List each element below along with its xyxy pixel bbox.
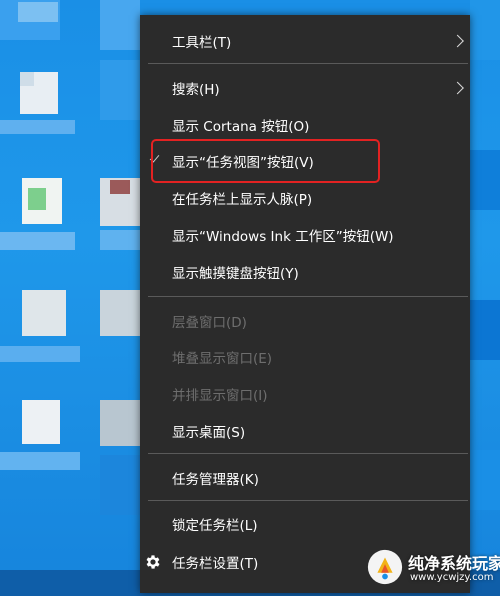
taskbar-context-menu: 工具栏(T) 搜索(H) 显示 Cortana 按钮(O) 显示“任务视图”按钮… (140, 15, 470, 593)
menu-separator (148, 453, 468, 454)
menu-item-show-touch-keyboard-button[interactable]: 显示触摸键盘按钮(Y) (140, 255, 470, 289)
menu-item-show-people[interactable]: 在任务栏上显示人脉(P) (140, 181, 470, 215)
menu-separator (148, 63, 468, 64)
menu-separator (148, 500, 468, 501)
gear-icon (146, 555, 160, 569)
menu-item-label: 任务管理器(K) (172, 472, 259, 488)
menu-item-label: 搜索(H) (172, 82, 220, 98)
menu-item-cascade-windows[interactable]: 层叠窗口(D) (140, 304, 470, 338)
menu-item-toolbars[interactable]: 工具栏(T) (140, 24, 470, 58)
menu-item-label: 显示触摸键盘按钮(Y) (172, 266, 299, 282)
menu-item-label: 层叠窗口(D) (172, 315, 247, 331)
menu-item-lock-taskbar[interactable]: 锁定任务栏(L) (140, 507, 470, 541)
menu-item-label: 锁定任务栏(L) (172, 518, 258, 534)
watermark-logo-icon (367, 549, 403, 585)
watermark: 纯净系统玩家 www.ycwjzy.com (366, 544, 500, 592)
menu-item-label: 显示“Windows Ink 工作区”按钮(W) (172, 229, 394, 245)
chevron-right-icon (451, 81, 464, 95)
menu-item-label: 在任务栏上显示人脉(P) (172, 192, 313, 208)
red-highlight-box (151, 139, 380, 183)
menu-item-label: 堆叠显示窗口(E) (172, 351, 273, 367)
watermark-title: 纯净系统玩家 (408, 554, 500, 573)
menu-item-label: 工具栏(T) (172, 35, 232, 51)
menu-item-stack-windows[interactable]: 堆叠显示窗口(E) (140, 340, 470, 374)
menu-item-show-desktop[interactable]: 显示桌面(S) (140, 414, 470, 448)
menu-separator (148, 296, 468, 297)
menu-item-show-cortana-button[interactable]: 显示 Cortana 按钮(O) (140, 108, 470, 142)
menu-item-side-by-side-windows[interactable]: 并排显示窗口(I) (140, 377, 470, 411)
menu-item-label: 显示桌面(S) (172, 425, 246, 441)
watermark-url: www.ycwjzy.com (410, 572, 494, 583)
menu-item-search[interactable]: 搜索(H) (140, 71, 470, 105)
menu-item-label: 任务栏设置(T) (172, 556, 259, 572)
chevron-right-icon (451, 34, 464, 48)
menu-item-task-manager[interactable]: 任务管理器(K) (140, 461, 470, 495)
menu-item-label: 并排显示窗口(I) (172, 388, 268, 404)
menu-item-show-windows-ink-button[interactable]: 显示“Windows Ink 工作区”按钮(W) (140, 218, 470, 252)
menu-item-label: 显示 Cortana 按钮(O) (172, 119, 310, 135)
